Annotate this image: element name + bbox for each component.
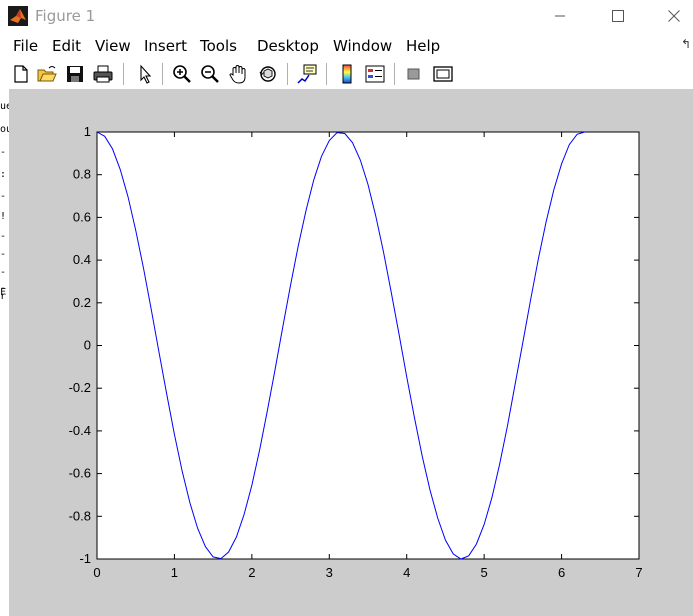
close-icon [668,10,680,22]
menu-view[interactable]: View [95,37,131,55]
zoom-out-icon[interactable] [199,63,221,85]
y-tick-label: 0.8 [73,167,91,182]
menu-desktop[interactable]: Desktop [257,37,319,55]
x-tick-label: 5 [481,565,488,580]
zoom-in-icon[interactable] [171,63,193,85]
background-window-sliver: ue ou - : - ! - - - - F r [0,89,12,616]
window-title: Figure 1 [35,7,96,25]
sliver-text: - [0,249,7,260]
show-plot-tools-icon[interactable] [432,63,454,85]
y-tick-label: -0.4 [69,423,91,438]
y-tick-label: -0.6 [69,466,91,481]
toolbar-separator [287,63,288,85]
save-icon[interactable] [64,63,86,85]
y-tick-label: 0.2 [73,295,91,310]
hide-plot-tools-icon[interactable] [403,63,425,85]
toolbar-separator [123,63,124,85]
y-tick-label: 1 [84,124,91,139]
new-figure-icon[interactable] [10,63,32,85]
window-titlebar[interactable]: Figure 1 [0,0,693,32]
menu-tools[interactable]: Tools [200,37,237,55]
x-tick-label: 2 [248,565,255,580]
x-tick-label: 0 [93,565,100,580]
y-tick-label: -0.8 [69,508,91,523]
sliver-text: : [0,169,7,180]
figure-canvas[interactable]: 1 0.8 0.6 0.4 0.2 0 -0.2 -0.4 -0.6 -0.8 -1 0 1 2 3 4 5 6… [9,89,693,616]
sliver-text: - [0,147,7,158]
pan-hand-icon[interactable] [227,63,249,85]
toolbar-separator [326,63,327,85]
sliver-text: - [0,231,7,242]
data-cursor-icon[interactable] [296,63,318,85]
sliver-text: - [0,191,7,202]
menu-dock-arrow-icon[interactable]: ↰ [681,37,691,51]
maximize-button[interactable] [595,0,641,32]
toolbar-separator [394,63,395,85]
maximize-icon [612,10,624,22]
menu-file[interactable]: File [13,37,38,55]
line-plot[interactable]: 1 0.8 0.6 0.4 0.2 0 -0.2 -0.4 -0.6 -0.8 -1 0 1 2 3 4 5 6… [9,89,693,616]
y-tick-label: -1 [79,551,91,566]
y-tick-label: 0.6 [73,209,91,224]
menu-help[interactable]: Help [406,37,440,55]
print-icon[interactable] [92,63,114,85]
menu-bar: File Edit View Insert Tools Desktop Wind… [0,32,693,59]
menu-insert[interactable]: Insert [144,37,187,55]
x-tick-label: 6 [558,565,565,580]
y-tick-label: 0.4 [73,252,91,267]
legend-icon[interactable] [364,63,386,85]
sliver-text: r [0,291,7,302]
rotate-3d-icon[interactable] [257,63,279,85]
y-tick-label: -0.2 [69,380,91,395]
minimize-button[interactable] [537,0,583,32]
axes-background[interactable] [96,131,640,560]
edit-plot-arrow-icon[interactable] [134,63,156,85]
open-file-icon[interactable] [36,63,58,85]
menu-window[interactable]: Window [333,37,392,55]
sliver-text: ! [0,211,7,222]
toolbar-separator [162,63,163,85]
close-button[interactable] [651,0,693,32]
menu-edit[interactable]: Edit [52,37,81,55]
sliver-text: - [0,267,7,278]
figure-toolbar [0,59,693,89]
minimize-icon [555,15,565,17]
y-tick-label: 0 [84,338,91,353]
colorbar-icon[interactable] [336,63,358,85]
matlab-icon [8,6,28,26]
x-tick-label: 7 [635,565,642,580]
x-tick-label: 4 [403,565,410,580]
x-tick-label: 1 [171,565,178,580]
x-tick-label: 3 [326,565,333,580]
